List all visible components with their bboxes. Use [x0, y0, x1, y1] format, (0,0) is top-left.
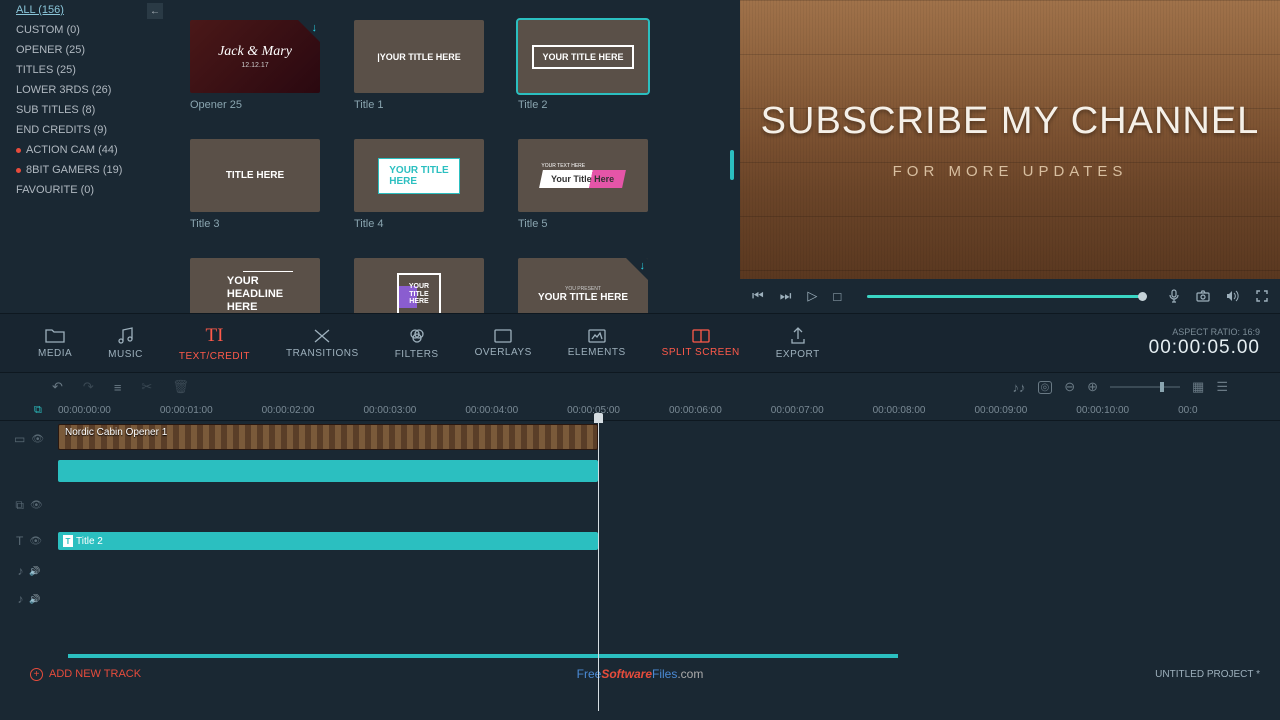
sidebar-item-opener[interactable]: OPENER (25): [8, 40, 162, 60]
sidebar-item-lower3rds[interactable]: LOWER 3RDS (26): [8, 80, 162, 100]
add-track-button[interactable]: +ADD NEW TRACK: [30, 668, 141, 681]
mute-icon[interactable]: 🔊: [29, 594, 40, 605]
timeline-scrollbar[interactable]: [68, 654, 898, 658]
tab-filters[interactable]: FILTERS: [377, 327, 457, 360]
sidebar-item-all[interactable]: ALL (156): [8, 0, 162, 20]
transitions-icon: [313, 328, 331, 344]
tab-media[interactable]: MEDIA: [20, 328, 90, 359]
volume-button[interactable]: [1226, 290, 1240, 302]
folder-icon: [45, 328, 65, 344]
audio-tool-icon[interactable]: ♪♪: [1013, 380, 1026, 395]
preview-viewport[interactable]: SUBSCRIBE MY CHANNEL FOR MORE UPDATES: [740, 0, 1280, 279]
audio-track-icon: ♪: [17, 592, 23, 606]
delete-button[interactable]: 🗑: [172, 379, 189, 395]
marker-icon[interactable]: ◎: [1038, 381, 1053, 394]
title-gallery: Jack & Mary12.12.17↓ Opener 25 |YOUR TIT…: [170, 0, 740, 313]
video-clip[interactable]: Nordic Cabin Opener 1: [58, 424, 598, 450]
zoom-in-button[interactable]: ⊕: [1087, 379, 1098, 395]
project-name: UNTITLED PROJECT *: [1155, 669, 1260, 680]
timeline-tracks: ▭👁 Nordic Cabin Opener 1 ⧉👁 T👁 TTitle 2 …: [0, 421, 1280, 686]
gallery-card[interactable]: YOUR TITLE HERE Title 2: [518, 20, 648, 111]
stop-button[interactable]: □: [833, 289, 841, 304]
plus-icon: +: [30, 668, 43, 681]
view-mode-2-button[interactable]: ☰: [1216, 379, 1228, 395]
timeline-ruler[interactable]: ⧉ 00:00:00:00 00:00:01:00 00:00:02:00 00…: [0, 401, 1280, 421]
list-button[interactable]: ≡: [114, 380, 122, 395]
gallery-card[interactable]: |YOUR TITLE HERE Title 1: [354, 20, 484, 111]
next-frame-button[interactable]: ⏭: [780, 288, 792, 304]
visibility-icon[interactable]: 👁: [31, 434, 44, 445]
preview-title-text: SUBSCRIBE MY CHANNEL: [761, 100, 1260, 143]
sidebar-item-titles[interactable]: TITLES (25): [8, 60, 162, 80]
play-button[interactable]: ▷: [807, 288, 817, 304]
gallery-card[interactable]: YOU PRESENTYOUR TITLE HERE↓ Title 8: [518, 258, 648, 313]
split-icon: [692, 329, 710, 343]
title-clip[interactable]: TTitle 2: [58, 532, 598, 550]
filters-icon: [408, 327, 426, 345]
gallery-card[interactable]: Jack & Mary12.12.17↓ Opener 25: [190, 20, 320, 111]
new-dot-icon: [16, 148, 21, 153]
tab-splitscreen[interactable]: SPLIT SCREEN: [644, 329, 758, 358]
video-track-icon: ▭: [14, 432, 25, 446]
download-icon: ↓: [640, 260, 646, 272]
aspect-ratio-label: ASPECT RATIO: 16:9: [1149, 327, 1260, 337]
music-icon: [118, 327, 134, 345]
gallery-card[interactable]: YOURTITLEHERE Title 7: [354, 258, 484, 313]
watermark-text: FreeSoftwareFiles.com: [577, 667, 704, 681]
tab-transitions[interactable]: TRANSITIONS: [268, 328, 377, 359]
category-sidebar: ← ALL (156) CUSTOM (0) OPENER (25) TITLE…: [0, 0, 170, 313]
pip-track-icon: ⧉: [15, 498, 24, 513]
playhead[interactable]: [598, 421, 599, 711]
gallery-scrollbar[interactable]: [730, 150, 734, 180]
magnet-icon[interactable]: ⧉: [34, 404, 42, 417]
sidebar-item-favourite[interactable]: FAVOURITE (0): [8, 180, 162, 200]
tab-export[interactable]: EXPORT: [758, 327, 838, 360]
preview-subtitle-text: FOR MORE UPDATES: [893, 163, 1128, 180]
undo-button[interactable]: ↶: [52, 379, 63, 395]
current-timecode: 00:00:05.00: [1149, 337, 1260, 359]
text-track-icon: T: [16, 534, 23, 548]
mute-icon[interactable]: 🔊: [29, 566, 40, 577]
tab-text[interactable]: TITEXT/CREDIT: [161, 325, 268, 362]
tab-overlays[interactable]: OVERLAYS: [457, 329, 550, 358]
sidebar-item-custom[interactable]: CUSTOM (0): [8, 20, 162, 40]
playback-slider[interactable]: [867, 295, 1142, 298]
collapse-sidebar-button[interactable]: ←: [147, 3, 163, 19]
tab-elements[interactable]: ELEMENTS: [550, 329, 644, 358]
elements-icon: [588, 329, 606, 343]
text-icon: TI: [205, 325, 223, 347]
sidebar-item-actioncam[interactable]: ACTION CAM (44): [8, 140, 162, 160]
audio-track-icon: ♪: [17, 564, 23, 578]
gallery-card[interactable]: TITLE HERE Title 3: [190, 139, 320, 230]
download-icon: ↓: [312, 22, 318, 34]
preview-panel: SUBSCRIBE MY CHANNEL FOR MORE UPDATES ⏮ …: [740, 0, 1280, 313]
cut-button[interactable]: ✂: [141, 379, 152, 395]
visibility-icon[interactable]: 👁: [29, 536, 42, 547]
tab-music[interactable]: MUSIC: [90, 327, 161, 360]
zoom-out-button[interactable]: ⊖: [1064, 379, 1075, 395]
gallery-card[interactable]: YOUR TEXT HEREYour Title Here Title 5: [518, 139, 648, 230]
sidebar-item-8bitgamers[interactable]: 8BIT GAMERS (19): [8, 160, 162, 180]
fullscreen-button[interactable]: [1256, 290, 1268, 302]
gallery-card[interactable]: YOURHEADLINEHERE Title 6: [190, 258, 320, 313]
export-icon: [790, 327, 806, 345]
audio-clip[interactable]: [58, 460, 598, 482]
module-tabs: MEDIA MUSIC TITEXT/CREDIT TRANSITIONS FI…: [0, 313, 1280, 373]
sidebar-item-endcredits[interactable]: END CREDITS (9): [8, 120, 162, 140]
redo-button[interactable]: ↷: [83, 379, 94, 395]
gallery-card[interactable]: YOUR TITLEHERE Title 4: [354, 139, 484, 230]
snapshot-button[interactable]: [1196, 290, 1210, 302]
zoom-slider[interactable]: [1110, 386, 1180, 388]
sidebar-item-subtitles[interactable]: SUB TITLES (8): [8, 100, 162, 120]
overlays-icon: [494, 329, 512, 343]
view-mode-1-button[interactable]: ▦: [1192, 379, 1204, 395]
new-dot-icon: [16, 168, 21, 173]
visibility-icon[interactable]: 👁: [30, 500, 43, 511]
record-voice-button[interactable]: [1168, 289, 1180, 303]
prev-frame-button[interactable]: ⏮: [752, 288, 764, 304]
